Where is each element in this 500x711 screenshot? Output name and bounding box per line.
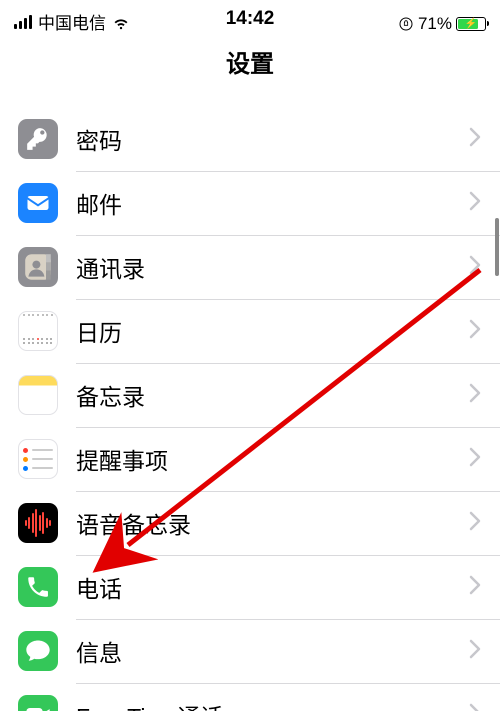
- scroll-indicator[interactable]: [495, 218, 499, 276]
- row-label: 信息: [76, 634, 122, 668]
- wifi-icon: [112, 13, 130, 31]
- row-voicememos[interactable]: 语音备忘录: [0, 491, 500, 555]
- page-title: 设置: [0, 36, 500, 91]
- row-notes[interactable]: 备忘录: [0, 363, 500, 427]
- row-label: 电话: [76, 570, 122, 604]
- row-reminders[interactable]: 提醒事项: [0, 427, 500, 491]
- battery-pct-label: 71%: [418, 14, 452, 34]
- row-mail[interactable]: 邮件: [0, 171, 500, 235]
- mail-icon: [18, 183, 58, 223]
- phone-icon: [18, 567, 58, 607]
- contacts-icon: [18, 247, 58, 287]
- chevron-right-icon: [468, 639, 482, 664]
- row-label: 提醒事项: [76, 442, 168, 476]
- calendar-icon: [18, 311, 58, 351]
- row-label: 语音备忘录: [76, 506, 191, 540]
- status-bar: 中国电信 14:42 71% ⚡: [0, 0, 500, 36]
- notes-icon: [18, 375, 58, 415]
- row-messages[interactable]: 信息: [0, 619, 500, 683]
- chevron-right-icon: [468, 127, 482, 152]
- chevron-right-icon: [468, 703, 482, 711]
- chevron-right-icon: [468, 511, 482, 536]
- row-facetime[interactable]: FaceTime通话: [0, 683, 500, 711]
- row-label: 密码: [76, 122, 122, 156]
- facetime-icon: [18, 695, 58, 711]
- row-label: 日历: [76, 314, 122, 348]
- signal-icon: [14, 15, 32, 29]
- messages-icon: [18, 631, 58, 671]
- rotation-lock-icon: [398, 16, 414, 32]
- battery-icon: ⚡: [456, 17, 486, 31]
- clock-label: 14:42: [226, 8, 275, 30]
- carrier-label: 中国电信: [38, 9, 106, 34]
- row-label: 通讯录: [76, 250, 145, 284]
- reminders-icon: [18, 439, 58, 479]
- chevron-right-icon: [468, 319, 482, 344]
- chevron-right-icon: [468, 575, 482, 600]
- row-contacts[interactable]: 通讯录: [0, 235, 500, 299]
- chevron-right-icon: [468, 383, 482, 408]
- row-label: 邮件: [76, 186, 122, 220]
- chevron-right-icon: [468, 255, 482, 280]
- chevron-right-icon: [468, 447, 482, 472]
- row-phone[interactable]: 电话: [0, 555, 500, 619]
- row-label: 备忘录: [76, 378, 145, 412]
- row-calendar[interactable]: 日历: [0, 299, 500, 363]
- row-passwords[interactable]: 密码: [0, 107, 500, 171]
- chevron-right-icon: [468, 191, 482, 216]
- row-label: FaceTime通话: [76, 698, 223, 711]
- key-icon: [18, 119, 58, 159]
- voicememos-icon: [18, 503, 58, 543]
- settings-list: 密码 邮件 通讯录 日历 备忘录: [0, 91, 500, 711]
